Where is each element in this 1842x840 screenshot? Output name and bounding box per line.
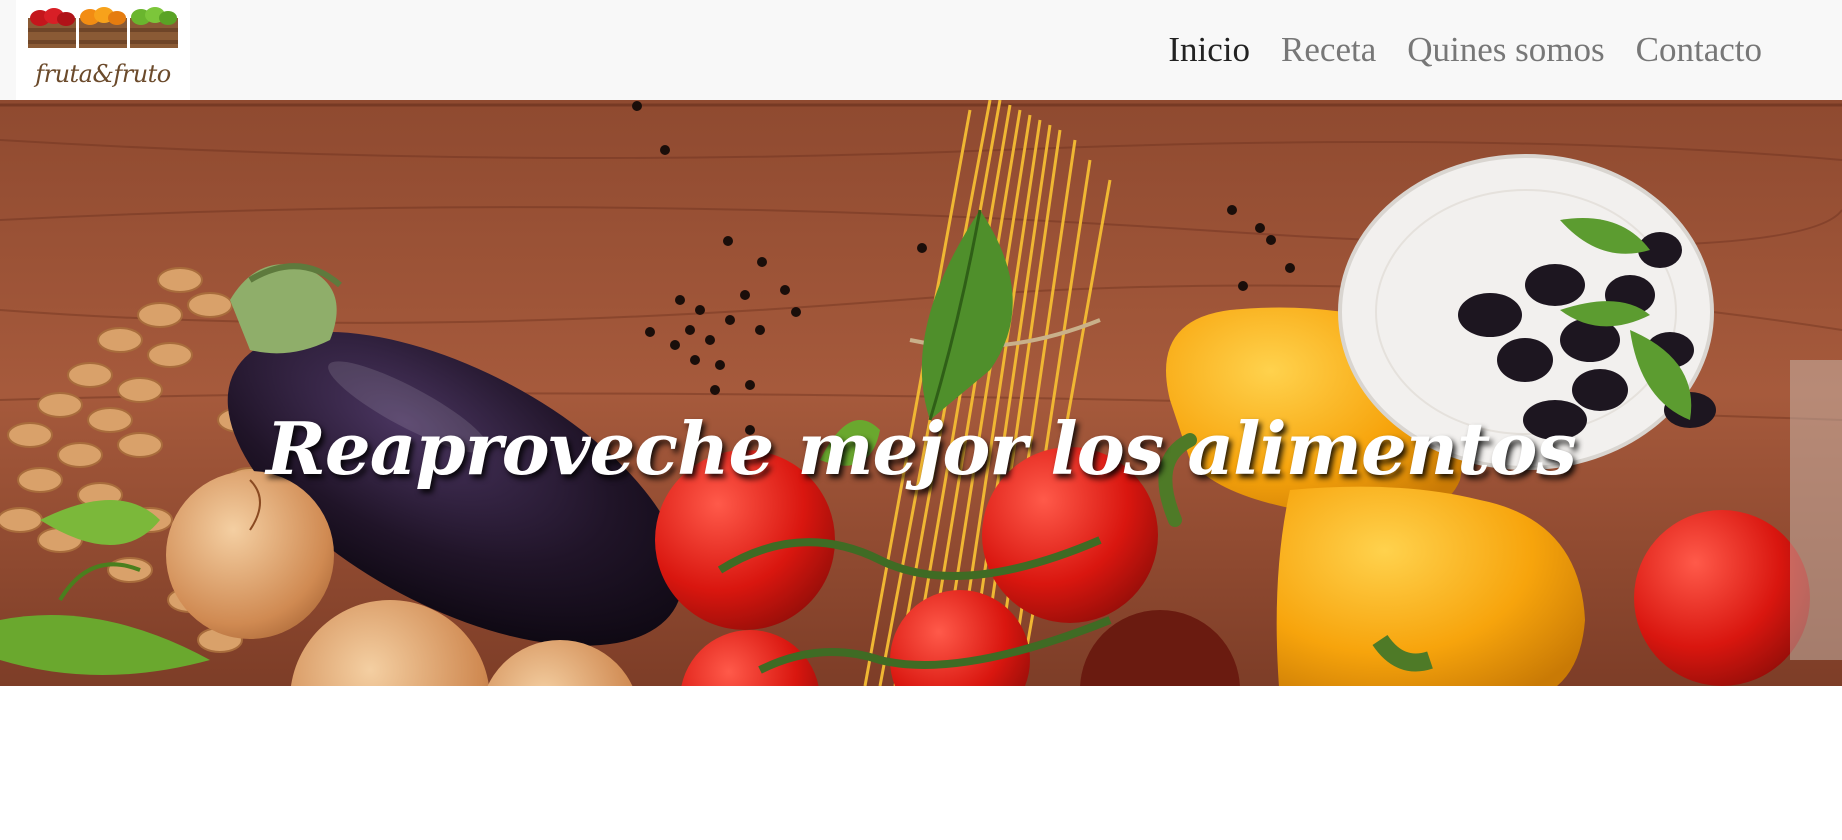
- hero-banner: Reaproveche mejor los alimentos: [0, 100, 1842, 686]
- nav-link-receta[interactable]: Receta: [1281, 30, 1376, 70]
- main-nav: Inicio Receta Quines somos Contacto: [1168, 0, 1762, 100]
- nav-link-inicio[interactable]: Inicio: [1168, 30, 1250, 70]
- hero-food-image: [0, 100, 1842, 686]
- hero-title: Reaproveche mejor los alimentos: [266, 406, 1577, 491]
- nav-link-contacto[interactable]: Contacto: [1636, 30, 1762, 70]
- fruit-crates-icon: [28, 7, 178, 48]
- navbar: fruta&fruto Inicio Receta Quines somos C…: [0, 0, 1842, 100]
- brand-name: fruta&fruto: [35, 60, 171, 88]
- brand-logo[interactable]: fruta&fruto: [16, 0, 190, 100]
- nav-link-quienes-somos[interactable]: Quines somos: [1407, 30, 1604, 70]
